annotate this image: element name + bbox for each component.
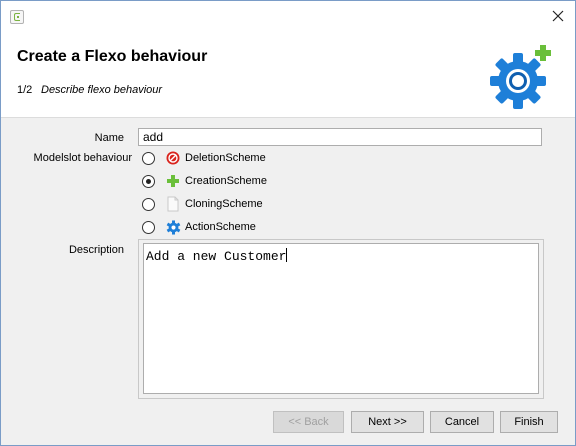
option-label: DeletionScheme bbox=[185, 152, 266, 164]
step-description: Describe flexo behaviour bbox=[41, 84, 163, 96]
page-title: Create a Flexo behaviour bbox=[17, 48, 208, 65]
option-creation-scheme[interactable]: CreationScheme bbox=[142, 172, 267, 190]
next-button[interactable]: Next >> bbox=[351, 411, 424, 433]
dialog-window: Create a Flexo behaviour 1/2 Describe fl… bbox=[0, 0, 576, 446]
name-input[interactable] bbox=[138, 128, 542, 146]
cloning-page-icon bbox=[165, 196, 181, 212]
description-label: Description bbox=[68, 244, 124, 256]
creation-plus-icon bbox=[165, 173, 181, 189]
radio-action-scheme[interactable] bbox=[142, 220, 155, 234]
finish-button[interactable]: Finish bbox=[500, 411, 558, 433]
wizard-header: Create a Flexo behaviour 1/2 Describe fl… bbox=[1, 31, 575, 117]
deletion-icon bbox=[165, 150, 181, 166]
option-label: CreationScheme bbox=[185, 175, 267, 187]
radio-creation-scheme[interactable] bbox=[142, 174, 155, 188]
option-action-scheme[interactable]: ActionScheme bbox=[142, 218, 256, 236]
option-deletion-scheme[interactable]: DeletionScheme bbox=[142, 149, 266, 167]
header-separator bbox=[1, 117, 575, 118]
option-cloning-scheme[interactable]: CloningScheme bbox=[142, 195, 263, 213]
description-text: Add a new Customer bbox=[146, 249, 287, 264]
description-textarea[interactable]: Add a new Customer bbox=[143, 243, 539, 394]
close-icon bbox=[552, 10, 564, 22]
radio-deletion-scheme[interactable] bbox=[142, 151, 155, 165]
action-gear-icon bbox=[165, 219, 181, 235]
text-caret bbox=[286, 248, 288, 262]
name-label: Name bbox=[94, 132, 124, 144]
close-button[interactable] bbox=[547, 6, 569, 26]
app-icon bbox=[10, 10, 24, 24]
radio-cloning-scheme[interactable] bbox=[142, 197, 155, 211]
title-bar bbox=[1, 1, 575, 31]
cancel-button[interactable]: Cancel bbox=[430, 411, 494, 433]
step-number: 1/2 bbox=[17, 84, 33, 96]
back-button[interactable]: << Back bbox=[273, 411, 344, 433]
option-label: ActionScheme bbox=[185, 221, 256, 233]
gear-add-icon bbox=[490, 45, 551, 109]
option-label: CloningScheme bbox=[185, 198, 263, 210]
modelslot-behaviour-label: Modelslot behaviour bbox=[33, 152, 132, 164]
